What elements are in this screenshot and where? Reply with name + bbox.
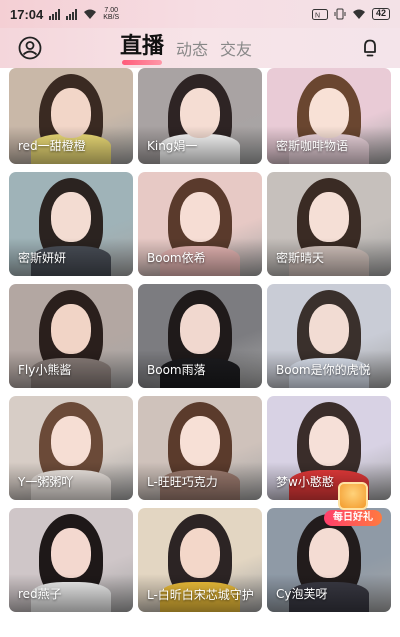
main-tabs: 直播 动态 交友 bbox=[120, 28, 252, 65]
status-time: 17:04 bbox=[10, 6, 44, 22]
tab-moments-label: 动态 bbox=[176, 40, 209, 59]
stream-name: 密斯咖啡物语 bbox=[276, 139, 349, 153]
svg-text:N: N bbox=[315, 12, 320, 19]
stream-card[interactable]: King娟一 bbox=[138, 68, 262, 164]
portrait-face bbox=[51, 192, 91, 242]
portrait-face bbox=[180, 304, 220, 354]
daily-gift-promo[interactable]: 每日好礼 bbox=[324, 482, 382, 526]
user-profile-icon bbox=[18, 36, 42, 60]
stream-card[interactable]: 密斯妍妍 bbox=[9, 172, 133, 276]
portrait-face bbox=[51, 528, 91, 578]
wifi-calling-icon bbox=[352, 9, 365, 19]
stream-card[interactable]: L-白昕白宋芯城守护 bbox=[138, 508, 262, 612]
stream-name: red一甜橙橙 bbox=[18, 139, 86, 153]
stream-card[interactable]: Boom雨落 bbox=[138, 284, 262, 388]
stream-name: L-白昕白宋芯城守护 bbox=[147, 588, 254, 602]
network-speed-value: 7.00 bbox=[104, 7, 119, 14]
notification-button[interactable] bbox=[358, 36, 382, 60]
stream-card[interactable]: red燕子 bbox=[9, 508, 133, 612]
stream-card[interactable]: red一甜橙橙 bbox=[9, 68, 133, 164]
network-speed: 7.00 KB/S bbox=[103, 7, 119, 21]
network-speed-unit: KB/S bbox=[103, 14, 120, 21]
stream-name: Boom雨落 bbox=[147, 363, 206, 377]
nfc-icon: N bbox=[311, 8, 328, 20]
gift-icon bbox=[338, 482, 368, 510]
stream-name: Fly小熊酱 bbox=[18, 363, 72, 377]
tab-moments[interactable]: 动态 bbox=[176, 36, 208, 64]
stream-name: red燕子 bbox=[18, 587, 62, 601]
portrait-face bbox=[309, 416, 349, 466]
vibrate-icon bbox=[334, 8, 346, 20]
live-stream-grid: red一甜橙橙 King娟一 密斯咖啡物语密斯妍妍 Boom依希 密斯晴天 Fly小熊酱 B… bbox=[9, 68, 392, 612]
stream-name: Y一粥粥吖 bbox=[18, 475, 74, 489]
stream-card[interactable]: 密斯咖啡物语 bbox=[267, 68, 391, 164]
stream-name: Boom是你的虎悦 bbox=[276, 363, 371, 377]
stream-card[interactable]: L-旺旺巧克力 bbox=[138, 396, 262, 500]
portrait-face bbox=[180, 416, 220, 466]
battery-indicator: 42 bbox=[371, 8, 390, 20]
tab-dating-label: 交友 bbox=[220, 40, 253, 59]
portrait-face bbox=[180, 192, 220, 242]
stream-card[interactable]: Fly小熊酱 bbox=[9, 284, 133, 388]
tab-live-label: 直播 bbox=[120, 34, 165, 59]
tab-live[interactable]: 直播 bbox=[120, 28, 165, 65]
tab-dating[interactable]: 交友 bbox=[220, 36, 252, 64]
cell-signal-icon bbox=[49, 8, 61, 20]
stream-card[interactable]: Boom是你的虎悦 bbox=[267, 284, 391, 388]
stream-name: 密斯妍妍 bbox=[18, 251, 67, 265]
top-navigation: 直播 动态 交友 bbox=[0, 28, 400, 68]
profile-button[interactable] bbox=[18, 36, 42, 60]
active-tab-indicator bbox=[122, 60, 163, 65]
daily-gift-label: 每日好礼 bbox=[324, 510, 382, 526]
status-bar: 17:04 7.00 KB/S N 42 bbox=[0, 0, 400, 28]
stream-name: Boom依希 bbox=[147, 251, 206, 265]
stream-card[interactable]: 密斯晴天 bbox=[267, 172, 391, 276]
portrait-face bbox=[51, 416, 91, 466]
cell-signal-2-icon bbox=[66, 8, 78, 20]
wifi-icon bbox=[84, 9, 97, 19]
stream-name: L-旺旺巧克力 bbox=[147, 475, 218, 489]
stream-card[interactable]: Boom依希 bbox=[138, 172, 262, 276]
portrait-face bbox=[309, 192, 349, 242]
bell-icon bbox=[364, 39, 376, 57]
portrait-face bbox=[309, 304, 349, 354]
stream-name: 密斯晴天 bbox=[276, 251, 325, 265]
portrait-face bbox=[309, 528, 349, 578]
portrait-face bbox=[51, 304, 91, 354]
stream-card[interactable]: Y一粥粥吖 bbox=[9, 396, 133, 500]
stream-name: Cy泡芙呀 bbox=[276, 587, 328, 601]
portrait-face bbox=[180, 528, 220, 578]
stream-name: King娟一 bbox=[147, 139, 198, 153]
